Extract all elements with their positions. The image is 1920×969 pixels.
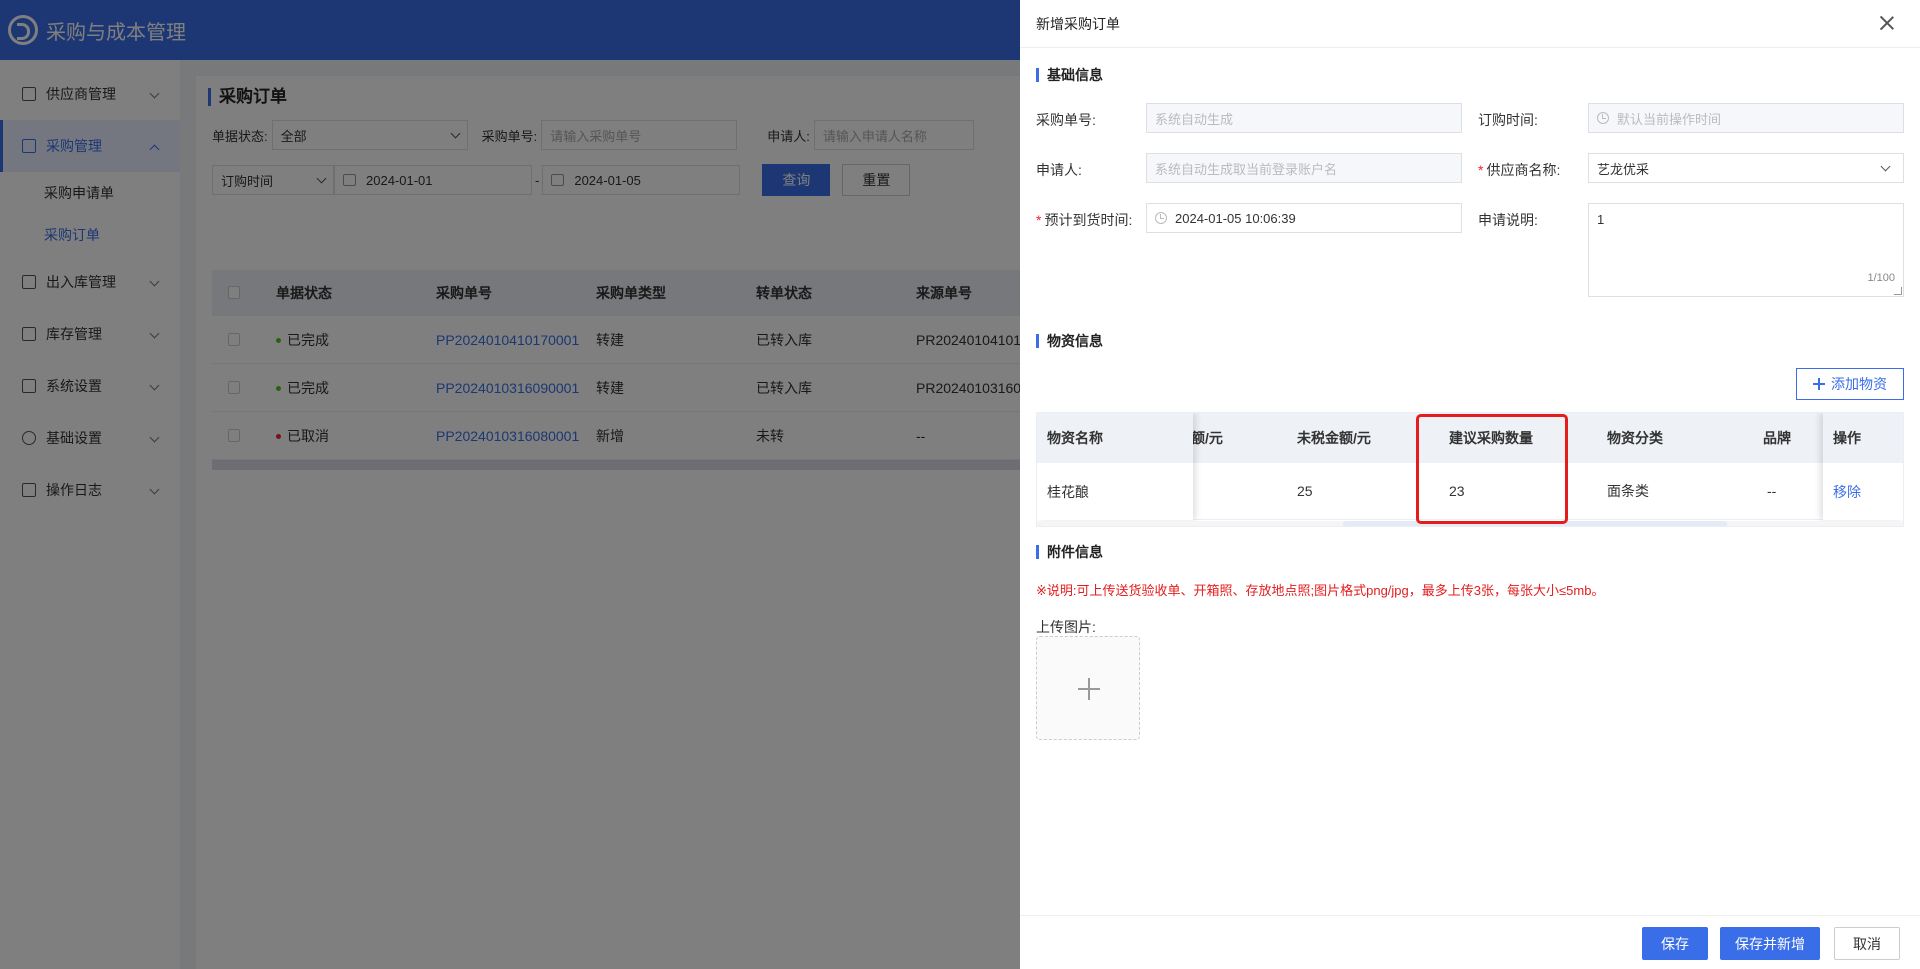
col-untaxed: 未税金额/元: [1297, 430, 1371, 446]
order-no-field[interactable]: 系统自动生成: [1146, 103, 1462, 133]
remark-textarea[interactable]: 1 1/100: [1588, 203, 1904, 297]
clock-icon: [1155, 212, 1167, 224]
attachment-info-title: 附件信息: [1036, 545, 1103, 559]
plus-icon: [1813, 378, 1825, 390]
remove-link[interactable]: 移除: [1833, 482, 1861, 502]
col-material-name: 物资名称: [1037, 413, 1193, 463]
add-material-label: 添加物资: [1831, 376, 1887, 392]
category-cell: 面条类: [1607, 483, 1649, 499]
cancel-button[interactable]: 取消: [1834, 927, 1900, 960]
chevron-down-icon: [1880, 161, 1891, 171]
upload-image-button[interactable]: [1036, 636, 1140, 740]
remark-label: 申请说明:: [1478, 212, 1538, 228]
arrival-label: * 预计到货时间:: [1036, 210, 1132, 230]
upload-note: ※说明:可上传送货验收单、开箱照、存放地点照;图片格式png/jpg，最多上传3…: [1036, 583, 1605, 598]
resize-handle-icon[interactable]: [1894, 287, 1902, 295]
col-action: 操作: [1823, 413, 1903, 463]
required-mark: *: [1036, 212, 1042, 228]
remark-value: 1: [1597, 212, 1605, 227]
basic-info-title: 基础信息: [1036, 68, 1103, 82]
arrival-time-field[interactable]: 2024-01-05 10:06:39: [1146, 203, 1462, 233]
arrival-label-text: 预计到货时间:: [1044, 212, 1133, 228]
supplier-label: * 供应商名称:: [1478, 160, 1560, 180]
clock-icon: [1597, 112, 1609, 124]
save-and-new-button[interactable]: 保存并新增: [1720, 927, 1820, 960]
material-info-title: 物资信息: [1036, 334, 1103, 348]
supplier-select[interactable]: 艺龙优采: [1588, 153, 1904, 183]
upload-label: 上传图片:: [1036, 619, 1096, 635]
save-button[interactable]: 保存: [1642, 927, 1708, 960]
close-icon[interactable]: [1878, 14, 1896, 32]
fixed-right-column: 操作 移除: [1823, 413, 1903, 520]
remove-link-cell: 移除: [1823, 463, 1903, 520]
order-time-label: 订购时间:: [1478, 112, 1538, 128]
drawer-footer: 保存 保存并新增 取消: [1020, 915, 1920, 969]
drawer-title: 新增采购订单: [1036, 15, 1120, 32]
applicant-field[interactable]: 系统自动生成取当前登录账户名: [1146, 153, 1462, 183]
brand-cell: --: [1767, 483, 1777, 499]
order-no-label: 采购单号:: [1036, 112, 1096, 128]
supplier-value: 艺龙优采: [1597, 161, 1650, 177]
modal-overlay[interactable]: [0, 0, 1020, 969]
order-time-placeholder: 默认当前操作时间: [1617, 111, 1722, 127]
drawer-header: 新增采购订单: [1020, 0, 1920, 48]
col-category: 物资分类: [1607, 430, 1663, 446]
order-time-field[interactable]: 默认当前操作时间: [1588, 103, 1904, 133]
col-price: 额/元: [1191, 430, 1223, 446]
highlight-annotation: [1416, 414, 1568, 524]
supplier-label-text: 供应商名称:: [1486, 162, 1561, 178]
col-brand: 品牌: [1763, 430, 1791, 446]
remark-char-count: 1/100: [1867, 272, 1895, 284]
fixed-left-column: 物资名称 桂花酿: [1037, 413, 1193, 520]
required-mark: *: [1478, 162, 1484, 178]
arrival-time-value: 2024-01-05 10:06:39: [1175, 210, 1296, 226]
applicant-label: 申请人:: [1036, 162, 1082, 178]
material-name-cell: 桂花酿: [1037, 463, 1193, 520]
plus-icon: [1078, 678, 1100, 700]
add-material-button[interactable]: 添加物资: [1796, 368, 1904, 400]
untaxed-cell: 25: [1297, 483, 1313, 499]
